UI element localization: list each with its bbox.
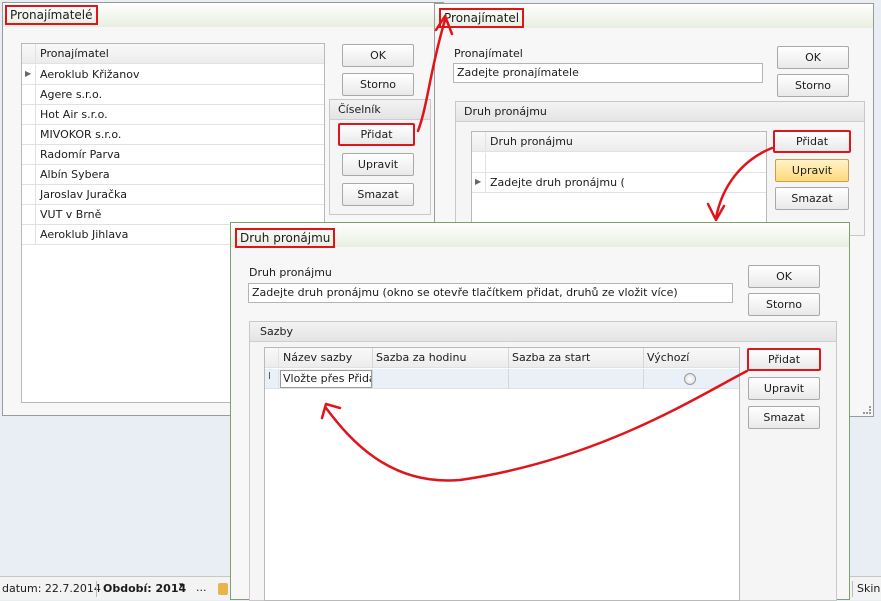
arrow-to-sazby-row xyxy=(324,369,749,482)
arrowhead xyxy=(706,202,726,222)
annotation-arrows xyxy=(320,14,774,482)
arrow-to-pronajimatel xyxy=(416,18,447,133)
